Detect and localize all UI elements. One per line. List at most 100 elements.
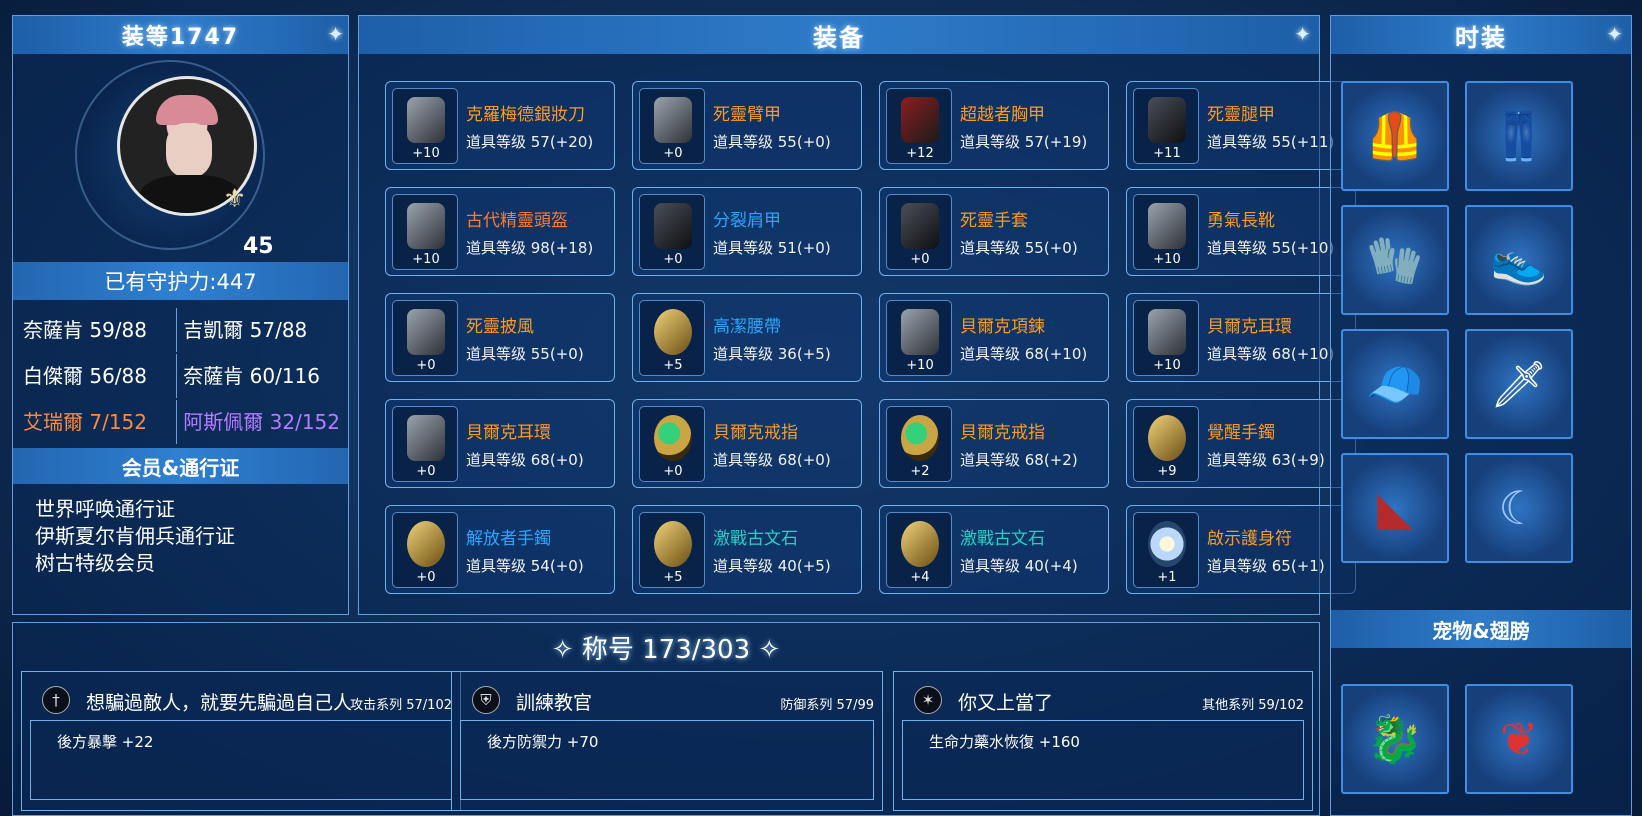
skill-stat: 奈薩肯 60/116: [176, 354, 340, 398]
item-name: 激戰古文石: [960, 529, 1045, 549]
equipment-slot[interactable]: +10 貝爾克耳環道具等级 68(+10): [1126, 293, 1356, 382]
skill-stat: 艾瑞爾 7/152: [23, 410, 147, 434]
equipment-slot[interactable]: +0 死靈手套 道具等级 55(+0): [879, 187, 1109, 276]
shoulder-icon: +0: [639, 194, 705, 270]
equipment-slot[interactable]: +9 覺醒手鐲 道具等级 63(+9): [1126, 399, 1356, 488]
pet-slot[interactable]: 🐉: [1341, 684, 1449, 794]
item-name: 覺醒手鐲: [1207, 423, 1275, 443]
title-effect: 後方防禦力 +70: [487, 733, 599, 751]
pets-wings-title: 宠物&翅膀: [1331, 610, 1631, 648]
item-name: 古代精靈頭盔: [466, 211, 568, 231]
weapon-icon: 🗡: [1489, 356, 1549, 411]
title-card[interactable]: † 想騙過敵人，就要先騙過自己人 攻击系列 57/102 後方暴擊 +22: [21, 671, 461, 811]
runestone-icon: +4: [886, 512, 952, 588]
item-level: 道具等级 68(+10): [1207, 345, 1335, 363]
item-level: 道具等级 54(+0): [466, 557, 584, 575]
equipment-slot[interactable]: +0 分裂肩甲 道具等级 51(+0): [632, 187, 862, 276]
equipment-slot[interactable]: +1 啟示護身符 道具等级 65(+1): [1126, 505, 1356, 594]
item-level: 道具等级 57(+19): [960, 133, 1088, 151]
skill-stat: 奈薩肯 59/88: [23, 318, 147, 342]
skill-stat: 阿斯佩爾 32/152: [176, 400, 340, 444]
equipment-slot[interactable]: +11 死靈腿甲 道具等级 55(+11): [1126, 81, 1356, 170]
equipment-slot[interactable]: +12 超越者胸甲 道具等级 57(+19): [879, 81, 1109, 170]
fashion-panel: 时装 ✦ 🦺 👖 🧤 👟 🧢 🗡 ◣ ☾ 宠物&翅膀 🐉 ❦: [1330, 15, 1632, 816]
shoes-icon: 👟: [1490, 232, 1548, 287]
pass-item: 伊斯夏尔肯佣兵通行证: [35, 524, 235, 548]
equipment-slot[interactable]: +10 克羅梅德銀妝刀 道具等级 57(+20): [385, 81, 615, 170]
fashion-slot-cap[interactable]: 🧢: [1341, 329, 1449, 439]
equipment-slot[interactable]: +0 貝爾克耳環 道具等级 68(+0): [385, 399, 615, 488]
enhance-level: +12: [906, 146, 934, 161]
cap-icon: 🧢: [1366, 356, 1424, 411]
item-name: 啟示護身符: [1207, 529, 1292, 549]
title-effect: 後方暴擊 +22: [57, 733, 154, 751]
enhance-level: +10: [1153, 358, 1181, 373]
fashion-slot-shoes[interactable]: 👟: [1465, 205, 1573, 315]
item-name: 分裂肩甲: [713, 211, 781, 231]
item-name: 死靈披風: [466, 317, 534, 337]
enhance-level: +0: [663, 252, 683, 267]
item-level: 道具等级 68(+10): [960, 345, 1088, 363]
fashion-slot-cape[interactable]: ◣: [1341, 453, 1449, 563]
item-level: 道具等级 55(+0): [960, 239, 1078, 257]
pants-icon: 👖: [1490, 108, 1548, 163]
shield-icon: ⛨: [472, 686, 500, 714]
level-emblem-icon: ⚜: [223, 184, 247, 214]
item-level: 道具等级 65(+1): [1207, 557, 1325, 575]
item-name: 貝爾克戒指: [960, 423, 1045, 443]
equipment-slot[interactable]: +10 貝爾克項鍊 道具等级 68(+10): [879, 293, 1109, 382]
item-level: 道具等级 40(+4): [960, 557, 1078, 575]
item-level: 道具等级 98(+18): [466, 239, 594, 257]
sparkle-icon: ✦: [1606, 22, 1623, 46]
chest-armor-icon: +12: [886, 88, 952, 164]
title-name: 想騙過敵人，就要先騙過自己人: [86, 692, 353, 714]
equipment-slot[interactable]: +0 死靈披風 道具等级 55(+0): [385, 293, 615, 382]
item-name: 死靈手套: [960, 211, 1028, 231]
fashion-grid: 🦺 👖 🧤 👟 🧢 🗡 ◣ ☾: [1341, 81, 1573, 563]
equipment-slot[interactable]: +2 貝爾克戒指 道具等级 68(+2): [879, 399, 1109, 488]
enhance-level: +4: [910, 570, 930, 585]
diamond-right-icon: ✧: [758, 635, 781, 665]
earring-icon: +0: [392, 406, 458, 482]
titles-panel: ✧ 称号 173/303 ✧ † 想騙過敵人，就要先騙過自己人 攻击系列 57/…: [12, 622, 1320, 816]
vest-icon: 🦺: [1366, 108, 1424, 163]
item-level: 道具等级 68(+2): [960, 451, 1078, 469]
fashion-slot-weapon[interactable]: 🗡: [1465, 329, 1573, 439]
fashion-slot-pants[interactable]: 👖: [1465, 81, 1573, 191]
equipment-slot[interactable]: +0 死靈臂甲 道具等级 55(+0): [632, 81, 862, 170]
equipment-slot[interactable]: +5 激戰古文石 道具等级 40(+5): [632, 505, 862, 594]
character-level: 45: [243, 234, 274, 259]
wings-icon: ❦: [1499, 712, 1539, 766]
title-series: 攻击系列 57/102: [350, 698, 452, 713]
title-card[interactable]: ⛨ 訓練教官 防御系列 57/99 後方防禦力 +70: [451, 671, 883, 811]
earring-icon: +10: [1133, 300, 1199, 376]
fashion-title: 时装: [1331, 16, 1631, 54]
item-name: 高潔腰帶: [713, 317, 781, 337]
item-name: 死靈臂甲: [713, 105, 781, 125]
avatar-area: ⚜ 45: [13, 54, 348, 259]
equipment-panel: 装备 ✦ +10 克羅梅德銀妝刀 道具等级 57(+20) +0 死靈臂甲 道具等级 55…: [358, 15, 1356, 615]
item-name: 死靈腿甲: [1207, 105, 1275, 125]
item-name: 貝爾克耳環: [1207, 317, 1292, 337]
equipment-slot[interactable]: +0 解放者手鐲 道具等级 54(+0): [385, 505, 615, 594]
sparkle-icon: ✦: [327, 22, 344, 46]
cape-icon: ◣: [1377, 481, 1413, 535]
fashion-slot-earring[interactable]: ☾: [1465, 453, 1573, 563]
leg-armor-icon: +11: [1133, 88, 1199, 164]
enhance-level: +0: [416, 358, 436, 373]
titles-count: 称号 173/303: [581, 635, 751, 665]
wings-slot[interactable]: ❦: [1465, 684, 1573, 794]
enhance-level: +11: [1153, 146, 1181, 161]
equipment-slot[interactable]: +5 高潔腰帶 道具等级 36(+5): [632, 293, 862, 382]
fashion-slot-vest[interactable]: 🦺: [1341, 81, 1449, 191]
equipment-slot[interactable]: +10 勇氣長靴 道具等级 55(+10): [1126, 187, 1356, 276]
equipment-slot[interactable]: +4 激戰古文石道具等级 40(+4): [879, 505, 1109, 594]
item-name: 克羅梅德銀妝刀: [466, 105, 585, 125]
equipment-slot[interactable]: +0 貝爾克戒指 道具等级 68(+0): [632, 399, 862, 488]
sword-icon: †: [42, 686, 70, 714]
fashion-slot-glove[interactable]: 🧤: [1341, 205, 1449, 315]
title-card[interactable]: ✶ 你又上當了 其他系列 59/102 生命力藥水恢復 +160: [893, 671, 1313, 811]
skill-stat: 吉凱爾 57/88: [176, 308, 340, 352]
item-name: 貝爾克耳環: [466, 423, 551, 443]
equipment-slot[interactable]: +10 古代精靈頭盔 道具等级 98(+18): [385, 187, 615, 276]
